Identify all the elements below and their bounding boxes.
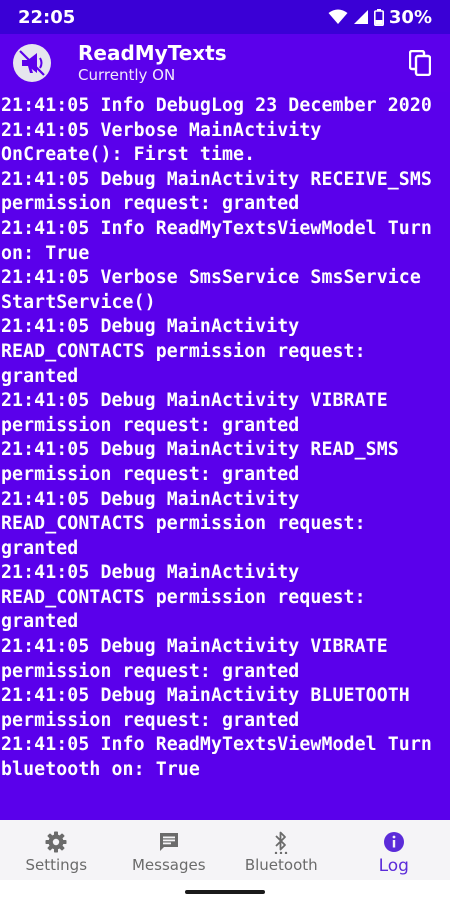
log-entry: 21:41:05 Debug MainActivity READ_SMS per… bbox=[1, 439, 410, 485]
bottom-navigation: Settings Messages Bluetooth Log bbox=[0, 820, 450, 880]
log-entry: 21:41:05 Verbose SmsService SmsService S… bbox=[1, 267, 432, 313]
status-bar: 22:05 30% bbox=[0, 0, 450, 34]
log-entry: 21:41:05 Info ReadMyTextsViewModel Turn … bbox=[1, 734, 444, 781]
bluetooth-icon bbox=[272, 830, 290, 854]
app-logo-icon bbox=[12, 43, 52, 83]
battery-percent: 30% bbox=[388, 6, 432, 28]
status-icons: 30% bbox=[328, 7, 432, 28]
nav-log[interactable]: Log bbox=[338, 820, 450, 880]
gesture-bar bbox=[0, 880, 450, 900]
copy-button[interactable] bbox=[396, 39, 444, 87]
app-subtitle: Currently ON bbox=[78, 66, 176, 84]
app-bar: ReadMyTexts Currently ON bbox=[0, 34, 450, 92]
log-entry: 21:41:05 Debug MainActivity VIBRATE perm… bbox=[1, 636, 399, 682]
signal-icon bbox=[353, 9, 369, 25]
nav-log-label: Log bbox=[378, 856, 409, 876]
wifi-icon bbox=[328, 9, 348, 25]
log-entry: 21:41:05 Info DebugLog 23 December 2020 bbox=[1, 95, 432, 116]
nav-bluetooth[interactable]: Bluetooth bbox=[225, 820, 338, 880]
copy-icon bbox=[409, 50, 431, 76]
nav-messages-label: Messages bbox=[131, 856, 206, 874]
home-gesture-handle[interactable] bbox=[185, 890, 265, 894]
nav-bluetooth-label: Bluetooth bbox=[244, 856, 318, 874]
nav-settings[interactable]: Settings bbox=[0, 820, 113, 880]
app-titles: ReadMyTexts Currently ON bbox=[78, 41, 396, 85]
log-list[interactable]: 21:41:05 Info DebugLog 23 December 2020 … bbox=[0, 92, 450, 820]
log-entry: 21:41:05 Debug MainActivity RECEIVE_SMS … bbox=[1, 168, 444, 215]
log-entry: 21:41:05 Debug MainActivity READ_CONTACT… bbox=[1, 488, 377, 559]
app-title: ReadMyTexts bbox=[78, 41, 227, 65]
gear-icon bbox=[45, 830, 67, 854]
status-time: 22:05 bbox=[18, 6, 76, 28]
log-entry: 21:41:05 Verbose MainActivity OnCreate()… bbox=[1, 119, 333, 166]
log-entry: 21:41:05 Debug MainActivity BLUETOOTH pe… bbox=[1, 685, 421, 731]
log-entry: 21:41:05 Debug MainActivity READ_CONTACT… bbox=[1, 562, 377, 633]
battery-icon bbox=[373, 8, 384, 26]
log-entry: 21:41:05 Info ReadMyTextsViewModel Turn … bbox=[1, 217, 444, 264]
info-icon bbox=[383, 830, 405, 854]
nav-settings-label: Settings bbox=[25, 856, 88, 874]
log-entry: 21:41:05 Debug MainActivity VIBRATE perm… bbox=[1, 390, 399, 436]
nav-messages[interactable]: Messages bbox=[113, 820, 226, 880]
log-entry: 21:41:05 Debug MainActivity READ_CONTACT… bbox=[1, 316, 377, 387]
message-icon bbox=[158, 830, 180, 854]
